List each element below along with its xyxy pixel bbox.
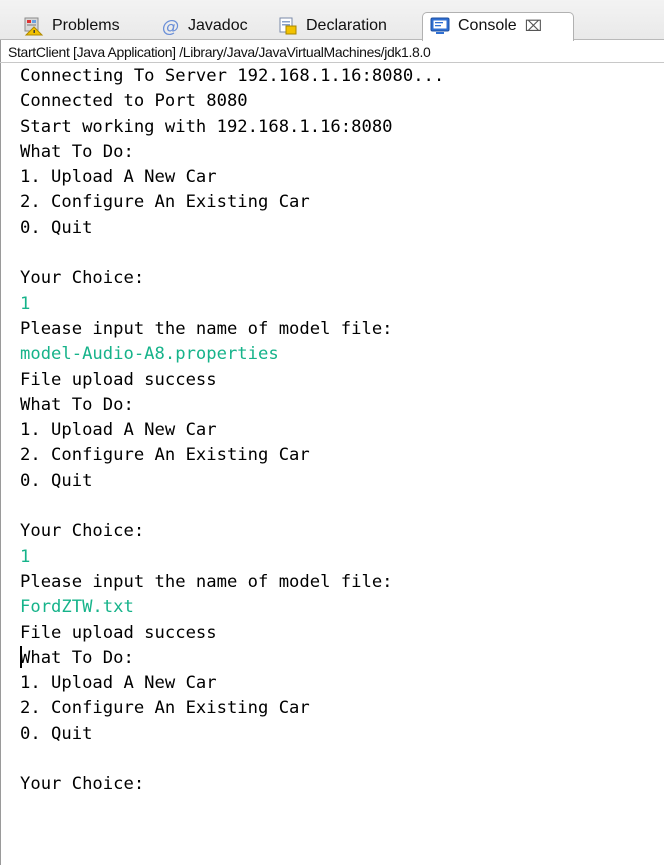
tab-console[interactable]: Console ⌧ xyxy=(430,12,542,40)
console-output-line: What To Do: xyxy=(20,141,134,162)
console-output-line: 1. Upload A New Car xyxy=(20,673,217,694)
view-tab-bar: Problems @ Javadoc Declaration Console ⌧ xyxy=(0,0,664,41)
console-output-line: Start working with 192.168.1.16:8080 xyxy=(20,116,393,137)
console-output-line: What To Do: xyxy=(20,647,134,668)
tab-problems[interactable]: Problems xyxy=(24,12,120,40)
console-output-line: File upload success xyxy=(20,369,217,390)
tab-label: Console xyxy=(458,17,517,34)
console-output-line: File upload success xyxy=(20,622,217,643)
console-input-line: 1 xyxy=(20,546,31,567)
tab-javadoc[interactable]: @ Javadoc xyxy=(160,12,248,40)
console-output-line: 2. Configure An Existing Car xyxy=(20,698,310,719)
tab-declaration[interactable]: Declaration xyxy=(278,12,387,40)
console-output-line: 0. Quit xyxy=(20,723,93,744)
close-icon[interactable]: ⌧ xyxy=(525,17,542,35)
tab-label: Declaration xyxy=(306,17,387,34)
divider xyxy=(0,62,664,63)
text-caret xyxy=(20,646,22,668)
declaration-icon xyxy=(278,16,298,36)
console-output-line: 0. Quit xyxy=(20,217,93,238)
problems-icon xyxy=(24,16,44,36)
console-output-line: 0. Quit xyxy=(20,470,93,491)
console-output-line: Your Choice: xyxy=(20,521,145,542)
console-output-line: 1. Upload A New Car xyxy=(20,420,217,441)
console-output-line: Please input the name of model file: xyxy=(20,571,393,592)
javadoc-at-icon: @ xyxy=(160,16,180,37)
console-output-line: Connected to Port 8080 xyxy=(20,91,248,112)
console-output-line: 2. Configure An Existing Car xyxy=(20,445,310,466)
console-output-line: Your Choice: xyxy=(20,774,145,795)
console-icon xyxy=(430,16,450,36)
console-output-line: 2. Configure An Existing Car xyxy=(20,192,310,213)
launch-description: StartClient [Java Application] /Library/… xyxy=(8,44,431,60)
console-input-line: model-Audio-A8.properties xyxy=(20,344,279,365)
tab-label: Javadoc xyxy=(188,17,248,34)
console-output-line: 1. Upload A New Car xyxy=(20,167,217,188)
console-input-line: FordZTW.txt xyxy=(20,597,134,618)
console-output-line: Your Choice: xyxy=(20,268,145,289)
console-output-line: Please input the name of model file: xyxy=(20,318,393,339)
console-output-line: What To Do: xyxy=(20,394,134,415)
console-output-line: Connecting To Server 192.168.1.16:8080..… xyxy=(20,66,445,86)
tab-label: Problems xyxy=(52,17,120,34)
console-output[interactable]: Connecting To Server 192.168.1.16:8080..… xyxy=(20,64,660,798)
svg-text:@: @ xyxy=(162,17,179,36)
console-input-line: 1 xyxy=(20,293,31,314)
